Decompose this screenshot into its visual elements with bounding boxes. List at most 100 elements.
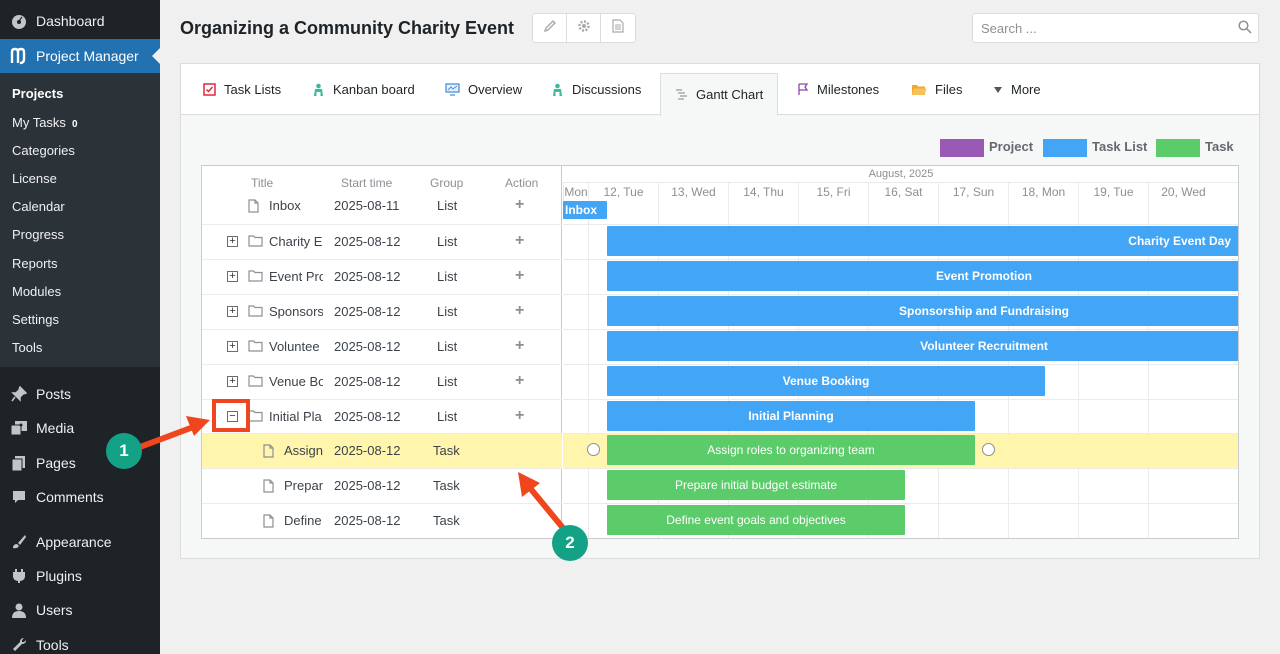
- task-list-bar[interactable]: Inbox: [563, 201, 607, 219]
- row-group: List: [437, 269, 458, 284]
- comments-icon: [10, 488, 28, 506]
- submenu-tools[interactable]: Tools: [12, 340, 42, 355]
- menu-dashboard[interactable]: Dashboard: [0, 4, 160, 38]
- column-start-time: Start time: [341, 176, 393, 190]
- tab-files[interactable]: Files: [911, 64, 962, 115]
- task-bar[interactable]: Assign roles to organizing team: [607, 435, 975, 465]
- task-list-bar[interactable]: Event Promotion: [607, 261, 1238, 291]
- submenu-settings[interactable]: Settings: [12, 312, 59, 327]
- add-task-button[interactable]: +: [515, 267, 524, 285]
- gear-icon: [577, 19, 591, 38]
- add-task-button[interactable]: +: [515, 337, 524, 355]
- timeline-row-line: [563, 259, 1238, 260]
- task-file-icon: [263, 514, 274, 531]
- submenu-progress[interactable]: Progress: [12, 227, 64, 242]
- timeline-day: 12, Tue: [588, 183, 658, 201]
- submenu-license[interactable]: License: [12, 171, 57, 186]
- task-list-row[interactable]: Inbox 2025-08-11 List +: [202, 190, 562, 214]
- search-input[interactable]: [972, 13, 1259, 43]
- add-task-button[interactable]: +: [515, 232, 524, 250]
- submenu-label: My Tasks: [12, 115, 66, 130]
- task-list-row[interactable]: + Sponsors 2025-08-12 List +: [202, 294, 562, 329]
- tab-discussions[interactable]: Discussions: [551, 64, 641, 115]
- row-title[interactable]: Inbox: [269, 198, 323, 213]
- row-title[interactable]: Initial Pla: [269, 409, 323, 424]
- menu-label: Media: [36, 420, 75, 436]
- task-list-bar[interactable]: Initial Planning: [607, 401, 975, 431]
- add-task-button[interactable]: +: [515, 302, 524, 320]
- task-link-handle-end[interactable]: [982, 443, 995, 456]
- tab-label: More: [1011, 82, 1041, 97]
- submenu-projects[interactable]: Projects: [12, 86, 63, 101]
- row-title[interactable]: Voluntee: [269, 339, 323, 354]
- task-list-row[interactable]: + Venue Bo 2025-08-12 List +: [202, 364, 562, 399]
- edit-project-button[interactable]: [533, 14, 567, 42]
- row-title[interactable]: Define: [284, 513, 324, 528]
- expand-toggle[interactable]: +: [227, 271, 238, 282]
- add-task-button[interactable]: +: [515, 196, 524, 214]
- menu-posts[interactable]: Posts: [0, 377, 160, 411]
- task-row[interactable]: Define 2025-08-12 Task: [202, 503, 562, 538]
- submenu-calendar[interactable]: Calendar: [12, 199, 65, 214]
- row-title[interactable]: Venue Bo: [269, 374, 323, 389]
- row-start-time: 2025-08-11: [334, 198, 400, 213]
- expand-toggle[interactable]: +: [227, 341, 238, 352]
- row-title[interactable]: Assign: [284, 443, 324, 458]
- tab-overview[interactable]: Overview: [445, 64, 522, 115]
- task-bar[interactable]: Define event goals and objectives: [607, 505, 905, 535]
- tab-kanban-board[interactable]: Kanban board: [312, 64, 415, 115]
- menu-tools[interactable]: Tools: [0, 628, 160, 654]
- task-row[interactable]: Assign 2025-08-12 Task: [202, 433, 562, 468]
- menu-users[interactable]: Users: [0, 593, 160, 627]
- admin-sidebar: Dashboard Project Manager Projects My Ta…: [0, 0, 160, 654]
- tab-gantt-chart[interactable]: Gantt Chart: [660, 73, 779, 116]
- menu-comments[interactable]: Comments: [0, 480, 160, 514]
- menu-appearance[interactable]: Appearance: [0, 525, 160, 559]
- project-settings-button[interactable]: [567, 14, 601, 42]
- task-list-bar[interactable]: Volunteer Recruitment: [607, 331, 1238, 361]
- task-list-row[interactable]: + Charity E 2025-08-12 List +: [202, 224, 562, 259]
- tab-label: Task Lists: [224, 82, 282, 97]
- task-file-icon: [263, 479, 274, 496]
- menu-project-manager[interactable]: Project Manager: [0, 39, 160, 73]
- submenu-my-tasks[interactable]: My Tasks 0: [12, 115, 78, 130]
- submenu-label: Tools: [12, 340, 43, 355]
- expand-toggle[interactable]: +: [227, 306, 238, 317]
- submenu-reports[interactable]: Reports: [12, 256, 58, 271]
- submenu-label: Progress: [12, 227, 65, 242]
- task-list-bar[interactable]: Sponsorship and Fundraising: [607, 296, 1238, 326]
- task-list-bar[interactable]: Charity Event Day: [607, 226, 1238, 256]
- add-task-button[interactable]: +: [515, 372, 524, 390]
- tab-more[interactable]: More: [993, 64, 1041, 115]
- row-group: List: [437, 374, 458, 389]
- folder-icon: [248, 235, 263, 250]
- menu-plugins[interactable]: Plugins: [0, 559, 160, 593]
- gantt-grid: Title Start time Group Action Inbox 2025-…: [202, 166, 562, 538]
- expand-toggle[interactable]: +: [227, 376, 238, 387]
- tab-milestones[interactable]: Milestones: [797, 64, 879, 115]
- add-task-button[interactable]: +: [515, 407, 524, 425]
- task-list-row[interactable]: − Initial Pla 2025-08-12 List +: [202, 399, 562, 434]
- row-title[interactable]: Sponsors: [269, 304, 323, 319]
- menu-label: Dashboard: [36, 13, 105, 29]
- row-title[interactable]: Charity E: [269, 234, 323, 249]
- submenu-categories[interactable]: Categories: [12, 143, 75, 158]
- task-list-row[interactable]: + Event Pro 2025-08-12 List +: [202, 259, 562, 294]
- annotation-highlight-box: [212, 399, 250, 432]
- submenu-modules[interactable]: Modules: [12, 284, 61, 299]
- row-start-time: 2025-08-12: [334, 374, 401, 389]
- task-row[interactable]: Prepar 2025-08-12 Task: [202, 468, 562, 503]
- menu-label: Plugins: [36, 568, 82, 584]
- timeline-day: 18, Mon: [1008, 183, 1078, 201]
- annotation-badge-2: 2: [552, 525, 588, 561]
- task-list-bar[interactable]: Venue Booking: [607, 366, 1045, 396]
- row-title[interactable]: Event Pro: [269, 269, 323, 284]
- expand-toggle[interactable]: +: [227, 236, 238, 247]
- tab-task-lists[interactable]: Task Lists: [203, 64, 281, 115]
- project-info-button[interactable]: [601, 14, 635, 42]
- search-icon[interactable]: [1238, 20, 1252, 39]
- row-title[interactable]: Prepar: [284, 478, 324, 493]
- task-bar[interactable]: Prepare initial budget estimate: [607, 470, 905, 500]
- task-link-handle-start[interactable]: [587, 443, 600, 456]
- task-list-row[interactable]: + Voluntee 2025-08-12 List +: [202, 329, 562, 364]
